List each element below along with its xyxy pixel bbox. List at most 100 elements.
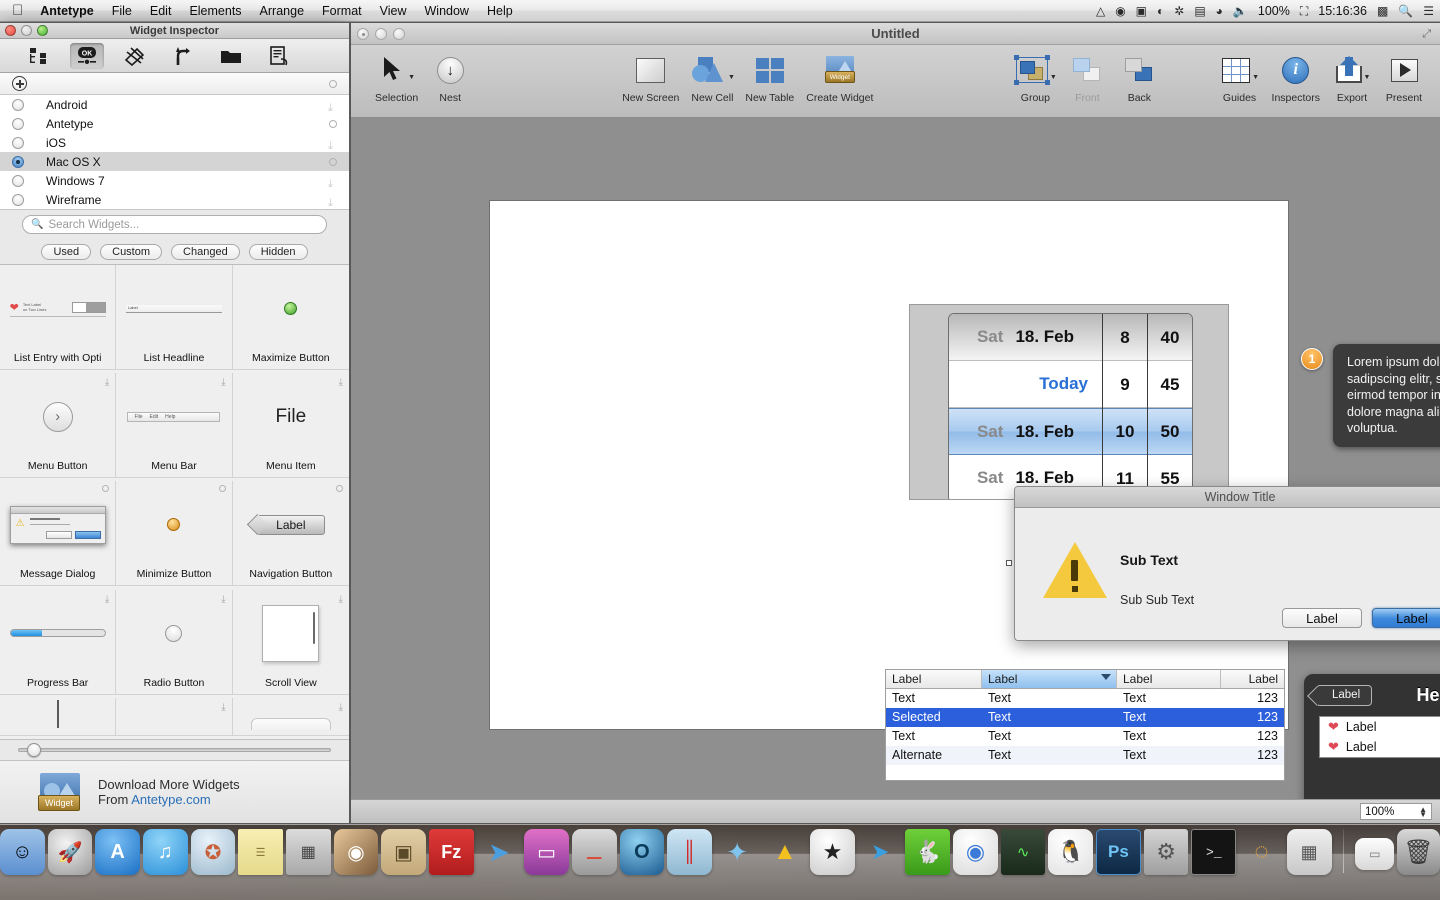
dock-item-app-store[interactable]: A [95,829,140,875]
display-toggle-icon[interactable]: ◉ [1115,0,1125,22]
menu-file[interactable]: File [103,0,141,22]
popover-widget[interactable]: Label Headline Label ❤ Label ❤ Label Tex… [1304,674,1440,799]
radio-icon[interactable] [12,174,24,187]
document-list-icon[interactable] [262,43,296,69]
menu-help[interactable]: Help [478,0,522,22]
battery-bar-icon[interactable]: ▤ [1194,0,1205,22]
radio-icon[interactable] [12,136,24,149]
date-picker-row[interactable]: Today 9 45 [949,360,1192,408]
menu-format[interactable]: Format [313,0,371,22]
ok-widget-icon[interactable]: OK [70,42,104,69]
widget-cell-navigation-button[interactable]: Label Navigation Button [232,481,349,587]
chevron-down-icon[interactable]: ▼ [1364,74,1371,81]
dock-item-opera[interactable]: O [619,829,665,875]
hierarchy-icon[interactable] [22,43,56,69]
menu-antetype[interactable]: Antetype [31,0,102,22]
plus-circle-icon[interactable] [12,76,27,91]
dock-item-google-chrome[interactable]: ◉ [953,829,998,875]
widget-cell-radio-button[interactable]: ⤓ Radio Button [116,589,233,695]
dock-item-finder[interactable]: ☺ [0,829,45,875]
download-icon[interactable]: ⤓ [105,377,109,388]
volume-icon[interactable]: 🔈 [1233,0,1248,22]
radio-icon[interactable] [12,117,24,130]
menu-arrange[interactable]: Arrange [251,0,313,22]
menu-elements[interactable]: Elements [180,0,250,22]
dock-item-activity-monitor[interactable]: ∿ [1000,829,1046,875]
widget-cell-menu-item[interactable]: ⤓ File Menu Item [232,373,349,479]
fullscreen-icon[interactable]: ⤢ [1422,28,1431,41]
google-drive-icon[interactable]: △ [1096,0,1105,22]
date-picker-wheel[interactable]: Sat 18. Feb 8 40 Today 9 45 Sat 18. Feb … [948,313,1193,499]
dock-item-system-preferences[interactable]: ⚙ [1143,829,1189,875]
slider-knob[interactable] [27,743,41,757]
radio-icon[interactable] [12,155,24,168]
dock-item-imac-display[interactable]: ▭ [524,829,569,875]
date-picker-widget[interactable]: Sat 18. Feb 8 40 Today 9 45 Sat 18. Feb … [909,304,1229,500]
dock-item-launchpad[interactable]: 🚀 [47,829,93,875]
dialog-default-button[interactable]: Label [1372,608,1440,628]
dock-item-calculator[interactable]: ▦ [285,829,331,875]
toolbar-create-widget-button[interactable]: Widget Create Widget [800,51,879,104]
widget-cell-partial-2[interactable]: ⤓ [116,697,233,736]
toolbar-nest-button[interactable]: ↓ Nest [424,51,476,104]
dock-item-filezilla[interactable]: Fz [428,829,474,875]
radio-icon[interactable] [12,98,24,111]
apple-menu-icon[interactable]:  [12,3,23,18]
filter-used-button[interactable]: Used [41,243,92,260]
dock-item-sparrow[interactable]: ➤ [477,829,522,875]
toolbar-present-button[interactable]: Present [1378,51,1430,104]
table-row-selected[interactable]: Selected Text Text 123 [886,708,1284,727]
spotlight-search-icon[interactable]: 🔍 [1398,0,1413,22]
platform-row-ios[interactable]: iOS [0,133,349,152]
document-titlebar[interactable]: Untitled ⤢ [351,23,1440,45]
download-icon[interactable] [328,176,337,186]
dock-item-photo-booth[interactable]: ▦ [1286,829,1332,875]
widget-cell-message-dialog[interactable]: ⚠ Message Dialog [0,481,117,587]
dock-item-stuffit-expander[interactable]: ⚊ [571,829,617,875]
table-header-cell[interactable]: Label [1221,670,1284,689]
platform-row-antetype[interactable]: Antetype [0,114,349,133]
screenshot-selection-icon[interactable]: ▣ [1136,0,1147,22]
widget-cell-menu-bar[interactable]: ⤓ File Edit Help Menu Bar [116,373,233,479]
download-icon[interactable]: ⤓ [221,702,225,713]
toolbar-guides-button[interactable]: ▼ Guides [1214,51,1266,104]
platform-row-android[interactable]: Android [0,95,349,114]
toolbar-front-button[interactable]: Front [1061,51,1113,104]
dock-item-google-drive[interactable]: ▲ [763,829,808,875]
toolbar-group-button[interactable]: ▼ Group [1009,51,1061,104]
antetype-link[interactable]: Antetype.com [131,792,211,807]
toolbar-back-button[interactable]: Back [1113,51,1165,104]
widget-cell-progress-bar[interactable]: ⤓ Progress Bar [0,589,117,695]
widget-inspector-titlebar[interactable]: Widget Inspector [0,23,349,39]
radio-icon[interactable] [12,193,24,206]
table-header-cell[interactable]: Label [1117,670,1221,689]
filter-changed-button[interactable]: Changed [171,243,240,260]
popover-list-item[interactable]: ❤ Label [1320,717,1440,737]
dock-item-trash[interactable]: 🗑 [1397,829,1440,875]
widget-cell-list-headline[interactable]: Label List Headline [116,265,233,370]
download-icon[interactable]: ⤓ [339,702,343,713]
table-row[interactable]: Text Text Text 123 [886,689,1284,708]
chevron-down-icon[interactable]: ▼ [1252,74,1259,81]
dock-item-stickies[interactable]: ☰ [238,829,283,875]
message-dialog-widget[interactable]: Window Title Sub Text Sub Sub Text Label… [1006,486,1440,641]
selection-handle-left[interactable] [1006,560,1012,566]
date-picker-row[interactable]: Sat 18. Feb 8 40 [949,314,1192,361]
menu-view[interactable]: View [371,0,416,22]
download-icon[interactable]: ⤓ [221,594,225,605]
dock-item-safari[interactable]: ✪ [190,829,236,875]
flux-icon[interactable]: ◐ [1157,0,1164,22]
toolbar-new-cell-button[interactable]: ▼ New Cell [685,51,739,104]
platform-row-windows-7[interactable]: Windows 7 [0,171,349,190]
toolbar-export-button[interactable]: ▼ Export [1326,51,1378,104]
date-picker-row-selected[interactable]: Sat 18. Feb 10 50 [949,408,1192,455]
download-icon[interactable] [328,100,337,110]
widget-size-slider[interactable] [0,739,349,761]
toolbar-selection-button[interactable]: ▼ Selection [369,51,424,104]
style-brush-icon[interactable] [118,43,152,69]
toolbar-new-screen-button[interactable]: New Screen [616,51,685,104]
download-icon[interactable]: ⤓ [221,377,225,388]
dock-item-xtorrent[interactable]: ◌ [1239,829,1284,875]
table-row[interactable]: Text Text Text 123 [886,727,1284,746]
filter-custom-button[interactable]: Custom [100,243,163,260]
